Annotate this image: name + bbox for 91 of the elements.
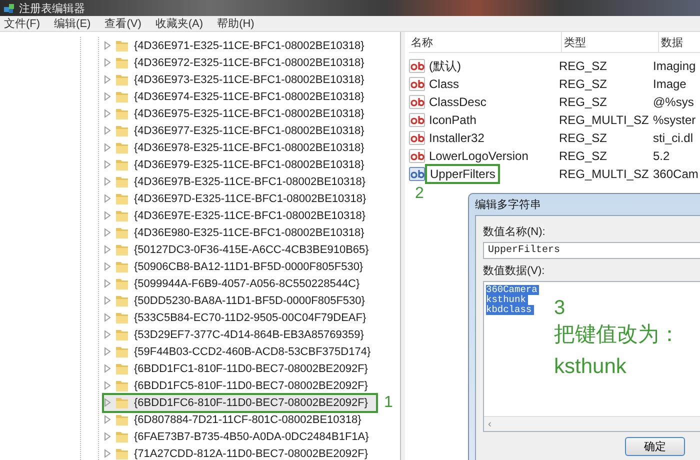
folder-icon bbox=[115, 294, 129, 307]
folder-icon bbox=[115, 311, 129, 324]
folder-icon bbox=[115, 107, 129, 120]
folder-icon bbox=[115, 124, 129, 137]
tree-item[interactable]: {6BDD1FC5-810F-11D0-BEC7-08002BE2092F} bbox=[104, 378, 373, 394]
column-header[interactable]: 数据 bbox=[659, 32, 700, 52]
step-number: 3 bbox=[554, 297, 566, 319]
folder-icon bbox=[115, 277, 129, 290]
folder-icon bbox=[115, 447, 129, 460]
folder-icon bbox=[115, 345, 129, 358]
tree-item[interactable]: {50906CB8-BA12-11D1-BF5D-0000F805F530} bbox=[104, 258, 368, 274]
value-type: REG_SZ bbox=[559, 131, 608, 145]
value-name-field[interactable]: UpperFilters bbox=[483, 242, 700, 259]
dialog-title: 编辑多字符串 bbox=[475, 198, 542, 213]
tree-item[interactable]: {71A27CDD-812A-11D0-BEC7-08002BE2092F} bbox=[104, 446, 373, 460]
tree-item[interactable]: {4D36E971-E325-11CE-BFC1-08002BE10318} bbox=[104, 38, 370, 54]
value-name[interactable]: (默认) bbox=[427, 56, 463, 76]
folder-icon bbox=[115, 175, 129, 188]
folder-icon bbox=[115, 243, 129, 256]
value-type: REG_MULTI_SZ bbox=[559, 113, 650, 127]
menu-item[interactable]: 收藏夹(A) bbox=[155, 16, 204, 31]
window-title: 注册表编辑器 bbox=[19, 2, 85, 16]
menu-item[interactable]: 查看(V) bbox=[104, 16, 142, 31]
value-data: @%sys bbox=[653, 95, 695, 109]
tree-item[interactable]: {4D36E978-E325-11CE-BFC1-08002BE10318} bbox=[104, 140, 370, 156]
ok-button[interactable]: 确定 bbox=[625, 437, 685, 456]
tree-item[interactable]: {4D36E97D-E325-11CE-BFC1-08002BE10318} bbox=[104, 190, 372, 206]
value-data: Imaging bbox=[653, 59, 697, 73]
column-header[interactable]: 名称 bbox=[409, 32, 562, 52]
value-name[interactable]: Installer32 bbox=[427, 130, 486, 146]
folder-icon bbox=[115, 192, 129, 205]
instruction-text: ksthunk bbox=[554, 354, 628, 380]
tree-item[interactable]: {4D36E97E-E325-11CE-BFC1-08002BE10318} bbox=[104, 208, 371, 224]
folder-icon bbox=[115, 209, 129, 222]
value-name[interactable]: IconPath bbox=[427, 112, 478, 128]
value-name[interactable]: ClassDesc bbox=[427, 94, 488, 110]
value-name[interactable]: LowerLogoVersion bbox=[427, 148, 530, 164]
value-type: REG_SZ bbox=[559, 95, 608, 109]
folder-icon bbox=[115, 379, 129, 392]
folder-icon bbox=[115, 328, 129, 341]
tree-item[interactable]: {53D29EF7-377C-4D14-864B-EB3A85769359} bbox=[104, 326, 369, 342]
value-name[interactable]: Class bbox=[427, 76, 462, 92]
value-data: sti_ci.dl bbox=[653, 131, 694, 145]
folder-icon bbox=[115, 90, 129, 103]
folder-icon bbox=[115, 141, 129, 154]
value-data: Image bbox=[653, 77, 688, 91]
value-type: REG_SZ bbox=[559, 59, 608, 73]
tree-item[interactable]: {50DD5230-BA8A-11D1-BF5D-0000F805F530} bbox=[104, 292, 370, 308]
value-data: 5.2 bbox=[653, 149, 671, 163]
tree-item[interactable]: {4D36E972-E325-11CE-BFC1-08002BE10318} bbox=[104, 54, 370, 70]
step-number: 2 bbox=[415, 185, 425, 203]
tree-item[interactable]: {4D36E977-E325-11CE-BFC1-08002BE10318} bbox=[104, 122, 370, 138]
value-type: REG_SZ bbox=[559, 149, 608, 163]
value-type: REG_MULTI_SZ bbox=[559, 167, 650, 181]
menu-item[interactable]: 帮助(H) bbox=[217, 16, 254, 31]
folder-icon bbox=[115, 226, 129, 239]
registry-cubes-icon bbox=[3, 2, 15, 14]
column-header[interactable]: 类型 bbox=[562, 32, 659, 52]
tree-item[interactable]: {59F44B03-CCD2-460B-ACD8-53CBF375D174} bbox=[104, 344, 376, 360]
value-name[interactable]: UpperFilters bbox=[427, 166, 498, 182]
tree-item[interactable]: {4D36E97B-E325-11CE-BFC1-08002BE10318} bbox=[104, 174, 371, 190]
tree-item[interactable]: {6FAE73B7-B735-4B50-A0DA-0DC2484B1F1A} bbox=[104, 428, 374, 444]
tree-item[interactable]: {4D36E975-E325-11CE-BFC1-08002BE10318} bbox=[104, 106, 370, 122]
folder-icon bbox=[115, 430, 129, 443]
folder-icon bbox=[115, 56, 129, 69]
value-type: REG_SZ bbox=[559, 77, 608, 91]
folder-icon bbox=[115, 73, 129, 86]
field-label: 数值数据(V): bbox=[483, 264, 546, 278]
instruction-text: 把键值改为： bbox=[554, 322, 681, 348]
tree-item[interactable]: {6D807884-7D21-11CF-801C-08002BE10318} bbox=[104, 412, 366, 428]
tree-item[interactable]: {4D36E979-E325-11CE-BFC1-08002BE10318} bbox=[104, 156, 370, 172]
tree-item[interactable]: {4D36E980-E325-11CE-BFC1-08002BE10318} bbox=[104, 224, 370, 240]
menu-item[interactable]: 文件(F) bbox=[4, 16, 40, 31]
tree-item[interactable]: {533C5B84-EC70-11D2-9505-00C04F79DEAF} bbox=[104, 310, 372, 326]
folder-icon bbox=[115, 413, 129, 426]
folder-icon bbox=[115, 39, 129, 52]
step-number: 1 bbox=[384, 394, 393, 412]
value-data: %syster bbox=[653, 113, 697, 127]
tree-item[interactable]: {6BDD1FC1-810F-11D0-BEC7-08002BE2092F} bbox=[104, 360, 373, 376]
tree-item[interactable]: {4D36E973-E325-11CE-BFC1-08002BE10318} bbox=[104, 72, 370, 88]
folder-icon bbox=[115, 396, 129, 409]
folder-icon bbox=[115, 362, 129, 375]
tree-item[interactable]: {4D36E974-E325-11CE-BFC1-08002BE10318} bbox=[104, 88, 370, 104]
field-label: 数值名称(N): bbox=[483, 225, 546, 239]
tree-item[interactable]: {5099944A-F6B9-4057-A056-8C550228544C} bbox=[104, 276, 365, 292]
tree-item[interactable]: {50127DC3-0F36-415E-A6CC-4CB3BE910B65} bbox=[104, 242, 374, 258]
folder-icon bbox=[115, 158, 129, 171]
tree-item[interactable]: {6BDD1FC6-810F-11D0-BEC7-08002BE2092F} bbox=[104, 394, 376, 410]
menu-item[interactable]: 编辑(E) bbox=[54, 16, 91, 31]
value-data: 360Cam bbox=[653, 167, 700, 181]
folder-icon bbox=[115, 260, 129, 273]
